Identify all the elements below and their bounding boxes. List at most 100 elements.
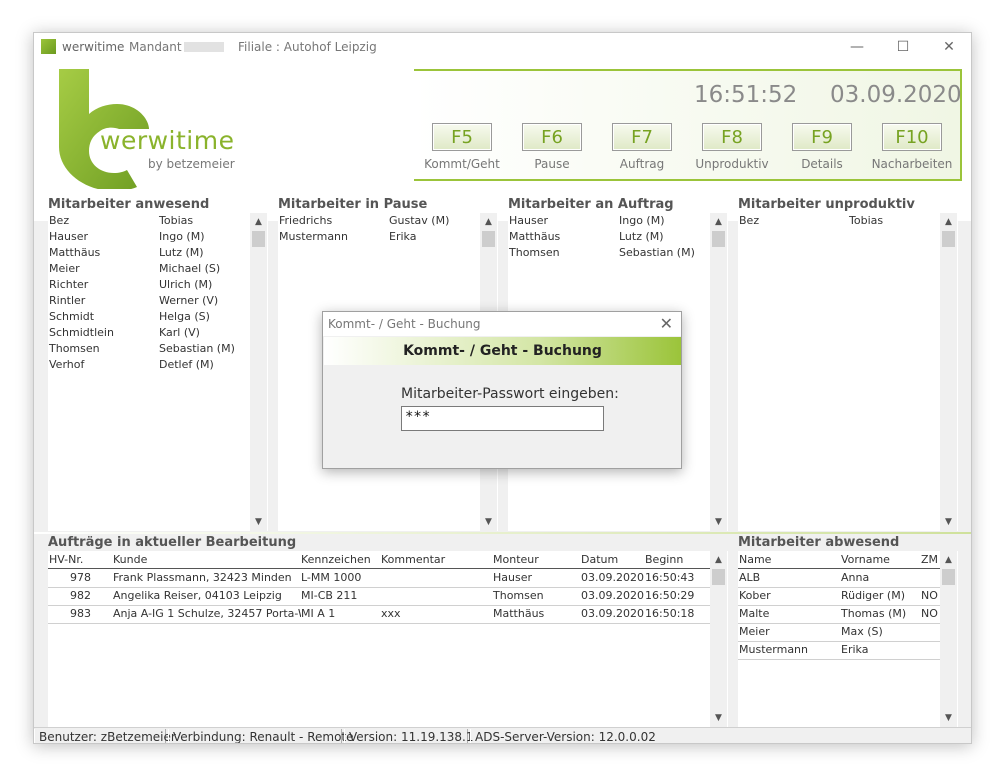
- panel-title-anwesend: Mitarbeiter anwesend: [48, 197, 210, 212]
- list-item[interactable]: Verhof Detlef (M): [48, 358, 268, 374]
- dialog-banner-text: Kommt- / Geht - Buchung: [403, 343, 602, 359]
- row-divider: [738, 623, 940, 624]
- column-header-kunde[interactable]: Kunde: [113, 553, 147, 566]
- list-item[interactable]: Matthäus Lutz (M): [508, 230, 728, 246]
- scroll-up-icon[interactable]: ▲: [710, 215, 727, 229]
- scrollbar-auftrag[interactable]: ▲ ▼: [710, 213, 727, 531]
- list-item[interactable]: Bez Tobias: [738, 214, 958, 230]
- scroll-thumb[interactable]: [482, 231, 495, 247]
- scroll-down-icon[interactable]: ▼: [710, 711, 727, 725]
- scroll-up-icon[interactable]: ▲: [480, 215, 497, 229]
- scrollbar-absent[interactable]: ▲ ▼: [940, 551, 957, 727]
- minimize-button[interactable]: —: [834, 33, 880, 61]
- f5-label: Kommt/Geht: [424, 157, 500, 171]
- header-underline: [738, 568, 940, 569]
- column-header-beginn[interactable]: Beginn: [645, 553, 683, 566]
- f9-label: Details: [801, 157, 843, 171]
- status-version: Version: 11.19.138.1: [344, 729, 474, 743]
- list-item[interactable]: Rintler Werner (V): [48, 294, 268, 310]
- scrollbar-anwesend[interactable]: ▲ ▼: [250, 213, 267, 531]
- scroll-up-icon[interactable]: ▲: [710, 553, 727, 567]
- list-item[interactable]: Hauser Ingo (M): [508, 214, 728, 230]
- list-item[interactable]: Friedrichs Gustav (M): [278, 214, 498, 230]
- column-header-monteur[interactable]: Monteur: [493, 553, 539, 566]
- list-item[interactable]: Schmidt Helga (S): [48, 310, 268, 326]
- status-ads-version: ADS-Server-Version: 12.0.0.02: [470, 729, 770, 743]
- f6-button[interactable]: F6: [522, 123, 582, 151]
- list-item[interactable]: Matthäus Lutz (M): [48, 246, 268, 262]
- orders-table[interactable]: HV-Nr. Kunde Kennzeichen Kommentar Monte…: [48, 551, 728, 727]
- scroll-down-icon[interactable]: ▼: [940, 711, 957, 725]
- row-divider: [738, 659, 940, 660]
- dialog-close-icon[interactable]: ✕: [660, 314, 673, 333]
- orders-title: Aufträge in aktueller Bearbeitung: [48, 535, 297, 550]
- table-row[interactable]: 978 Frank Plassmann, 32423 Minden L-MM 1…: [48, 571, 728, 587]
- list-item[interactable]: Thomsen Sebastian (M): [508, 246, 728, 262]
- column-header-zm[interactable]: ZM: [921, 553, 938, 566]
- scroll-thumb[interactable]: [942, 231, 955, 247]
- clock-time: 16:51:52: [694, 82, 798, 108]
- scroll-up-icon[interactable]: ▲: [940, 215, 957, 229]
- row-divider: [738, 587, 940, 588]
- scroll-up-icon[interactable]: ▲: [940, 553, 957, 567]
- table-row[interactable]: 982 Angelika Reiser, 04103 Leipzig MI-CB…: [48, 589, 728, 605]
- maximize-icon: ☐: [896, 39, 910, 55]
- scroll-thumb[interactable]: [942, 569, 955, 585]
- password-label: Mitarbeiter-Passwort eingeben:: [401, 386, 619, 402]
- scroll-down-icon[interactable]: ▼: [250, 515, 267, 529]
- panel-title-pause: Mitarbeiter in Pause: [278, 197, 428, 212]
- column-header-name[interactable]: Name: [739, 553, 771, 566]
- password-input[interactable]: ***: [401, 406, 604, 431]
- filiale-label: Filiale : Autohof Leipzig: [238, 40, 377, 54]
- column-header-datum[interactable]: Datum: [581, 553, 618, 566]
- f10-button[interactable]: F10: [882, 123, 942, 151]
- header-underline: [48, 568, 710, 569]
- list-item[interactable]: Meier Michael (S): [48, 262, 268, 278]
- list-item[interactable]: Mustermann Erika: [278, 230, 498, 246]
- list-item[interactable]: Richter Ulrich (M): [48, 278, 268, 294]
- f8-label: Unproduktiv: [695, 157, 769, 171]
- table-row[interactable]: Malte Thomas (M) NO: [738, 607, 958, 623]
- status-user: Benutzer: zBetzemeier: [34, 729, 176, 743]
- table-row[interactable]: ALB Anna: [738, 571, 958, 587]
- dialog-banner: Kommt- / Geht - Buchung: [324, 337, 681, 365]
- list-item[interactable]: Schmidtlein Karl (V): [48, 326, 268, 342]
- column-header-vorname[interactable]: Vorname: [841, 553, 890, 566]
- list-item[interactable]: Hauser Ingo (M): [48, 230, 268, 246]
- list-item[interactable]: Bez Tobias: [48, 214, 268, 230]
- f7-label: Auftrag: [619, 157, 665, 171]
- list-anwesend[interactable]: Bez Tobias Hauser Ingo (M) Matthäus Lutz (M…: [48, 213, 268, 531]
- table-row[interactable]: Mustermann Erika: [738, 643, 958, 659]
- f9-button[interactable]: F9: [792, 123, 852, 151]
- scroll-thumb[interactable]: [712, 231, 725, 247]
- scroll-down-icon[interactable]: ▼: [480, 515, 497, 529]
- scroll-up-icon[interactable]: ▲: [250, 215, 267, 229]
- scroll-thumb[interactable]: [252, 231, 265, 247]
- column-header-kommentar[interactable]: Kommentar: [381, 553, 445, 566]
- row-divider: [738, 641, 940, 642]
- scroll-thumb[interactable]: [712, 569, 725, 585]
- absent-table[interactable]: Name Vorname ZM ALB Anna Kober Rüdiger (M)…: [738, 551, 958, 727]
- status-bar: Benutzer: zBetzemeier Verbindung: Renaul…: [34, 727, 971, 743]
- scrollbar-unproduktiv[interactable]: ▲ ▼: [940, 213, 957, 531]
- f7-button[interactable]: F7: [612, 123, 672, 151]
- scroll-down-icon[interactable]: ▼: [710, 515, 727, 529]
- f8-button[interactable]: F8: [702, 123, 762, 151]
- scrollbar-orders[interactable]: ▲ ▼: [710, 551, 727, 727]
- close-button[interactable]: ✕: [926, 33, 971, 61]
- list-item[interactable]: Thomsen Sebastian (M): [48, 342, 268, 358]
- table-row[interactable]: 983 Anja A-IG 1 Schulze, 32457 Porta-Wes…: [48, 607, 728, 623]
- column-header-kennzeichen[interactable]: Kennzeichen: [301, 553, 371, 566]
- list-unproduktiv[interactable]: Bez Tobias: [738, 213, 958, 531]
- status-connection: Verbindung: Renault - Remote: [168, 729, 354, 743]
- maximize-button[interactable]: ☐: [880, 33, 926, 61]
- logo-text: werwitime: [100, 126, 235, 155]
- table-row[interactable]: Meier Max (S): [738, 625, 958, 641]
- table-row[interactable]: Kober Rüdiger (M) NO: [738, 589, 958, 605]
- panel-title-auftrag: Mitarbeiter an Auftrag: [508, 197, 674, 212]
- f5-button[interactable]: F5: [432, 123, 492, 151]
- column-header-hv[interactable]: HV-Nr.: [49, 553, 83, 566]
- section-separator: [34, 532, 971, 534]
- scroll-down-icon[interactable]: ▼: [940, 515, 957, 529]
- row-divider: [48, 587, 710, 588]
